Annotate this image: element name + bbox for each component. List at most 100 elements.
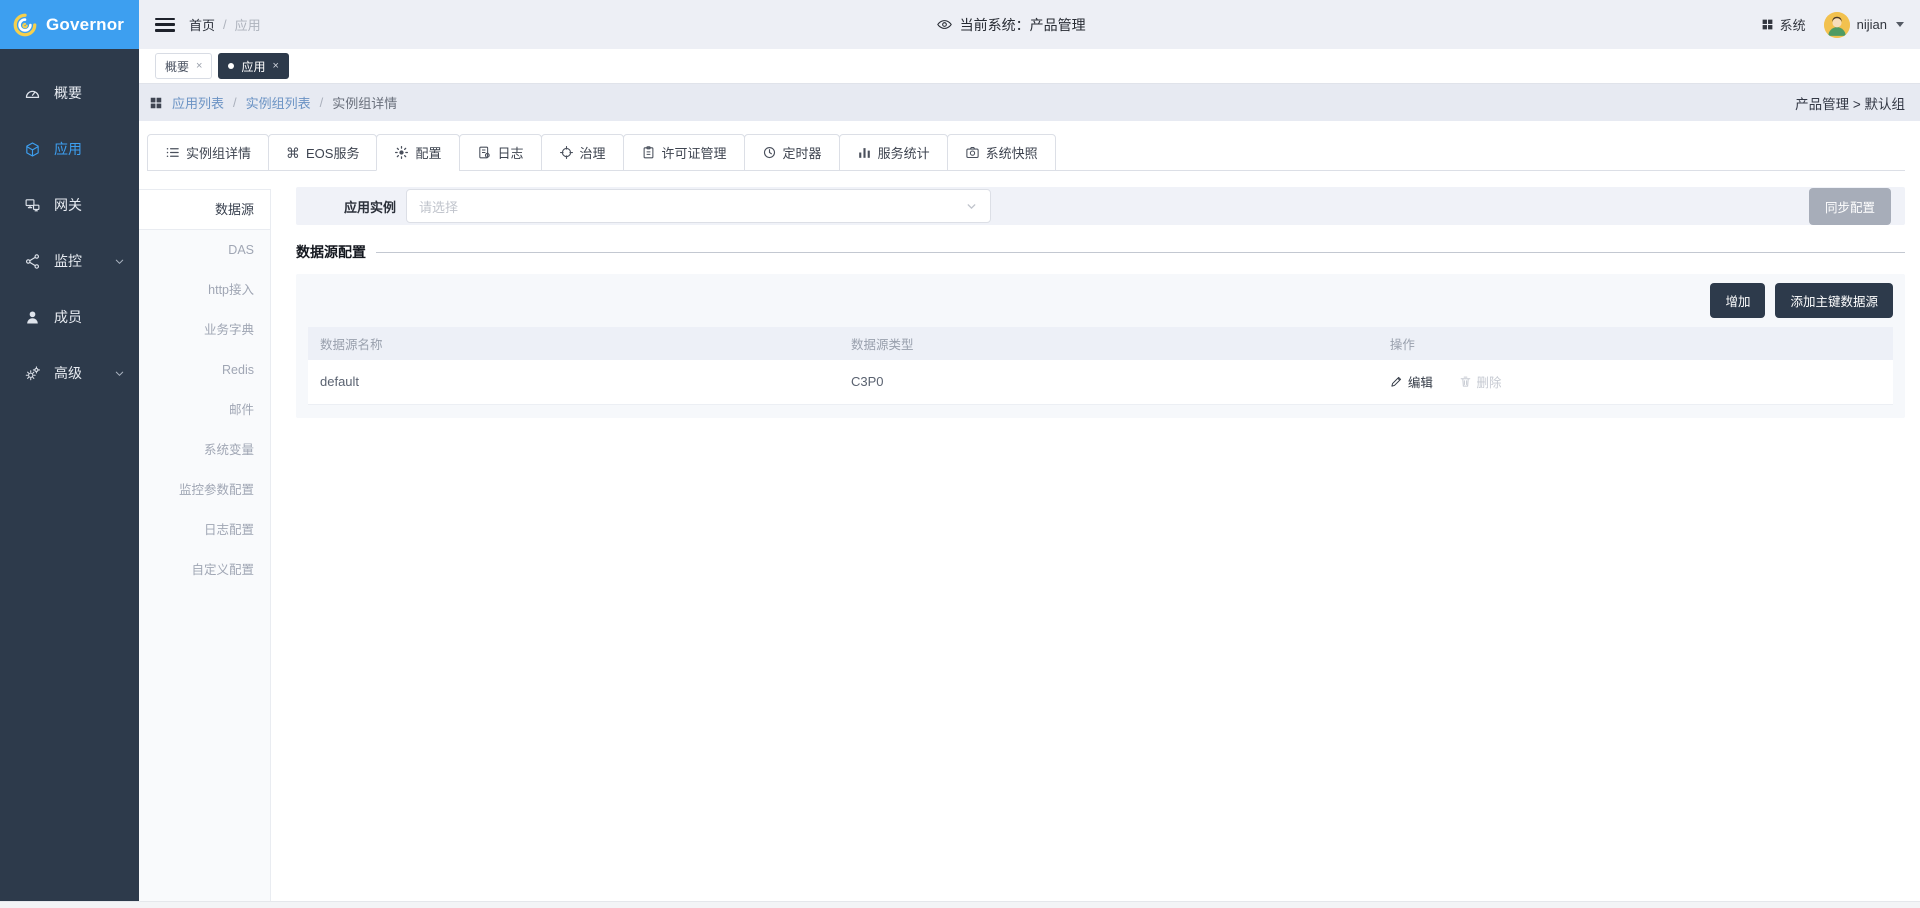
license-icon — [641, 145, 656, 160]
table-row: default C3P0 编辑 — [308, 360, 1893, 404]
main-sidebar: 概要 应用 网关 — [0, 49, 139, 908]
sidebar-item-gateway[interactable]: 网关 — [0, 177, 139, 233]
breadcrumb-instance-group-list[interactable]: 实例组列表 — [246, 93, 311, 112]
tab-instance-group-detail[interactable]: 实例组详情 — [147, 134, 269, 171]
tab-eos-service[interactable]: ⌘ EOS服务 — [268, 134, 377, 171]
datasource-panel: 增加 添加主键数据源 数据源名称 数据源类型 操作 — [296, 274, 1905, 418]
close-icon[interactable]: × — [272, 60, 278, 72]
app-logo-text: Governor — [46, 15, 124, 35]
active-dot-icon — [228, 63, 234, 69]
tab-license-management[interactable]: 许可证管理 — [623, 134, 745, 171]
share-nodes-icon — [24, 253, 41, 270]
chevron-down-icon — [114, 256, 125, 267]
user-menu[interactable]: nijian — [1824, 12, 1904, 38]
subnav-item-mail[interactable]: 邮件 — [139, 390, 270, 430]
user-icon — [24, 309, 41, 326]
datasource-section-header: 数据源配置 — [296, 242, 1905, 262]
current-system: 当前系统：产品管理 — [275, 15, 1747, 35]
open-tab-application[interactable]: 应用 × — [218, 53, 288, 79]
hamburger-menu-icon[interactable] — [155, 18, 175, 32]
governor-swirl-icon — [12, 12, 38, 38]
app-logo: Governor — [0, 0, 139, 49]
delete-button[interactable]: 删除 — [1459, 372, 1502, 391]
clock-icon — [762, 145, 777, 160]
add-button[interactable]: 增加 — [1710, 283, 1765, 318]
tab-timer[interactable]: 定时器 — [744, 134, 840, 171]
sidebar-item-monitor[interactable]: 监控 — [0, 233, 139, 289]
breadcrumb-current: 实例组详情 — [332, 93, 397, 112]
subnav-item-business-dict[interactable]: 业务字典 — [139, 310, 270, 350]
cell-datasource-name: default — [308, 360, 839, 404]
open-tabs-strip: 概要 × 应用 × — [139, 49, 1920, 84]
col-datasource-name: 数据源名称 — [308, 327, 839, 360]
pencil-icon — [1390, 375, 1403, 388]
detail-tab-menu: 实例组详情 ⌘ EOS服务 配置 — [147, 134, 1905, 171]
sidebar-item-overview[interactable]: 概要 — [0, 65, 139, 121]
close-icon[interactable]: × — [196, 60, 202, 72]
current-system-label: 当前系统：产品管理 — [960, 15, 1086, 35]
tab-system-snapshot[interactable]: 系统快照 — [947, 134, 1056, 171]
grid-icon — [1761, 18, 1774, 31]
trash-icon — [1459, 375, 1472, 388]
sidebar-item-advanced[interactable]: 高级 — [0, 345, 139, 401]
edit-button[interactable]: 编辑 — [1390, 372, 1433, 391]
log-file-icon — [477, 145, 492, 160]
subnav-item-datasource[interactable]: 数据源 — [139, 190, 270, 230]
col-datasource-type: 数据源类型 — [839, 327, 1378, 360]
app-instance-label: 应用实例 — [344, 197, 396, 216]
col-operations: 操作 — [1378, 327, 1893, 360]
tab-logs[interactable]: 日志 — [459, 134, 542, 171]
username: nijian — [1857, 17, 1887, 32]
system-menu-label: 系统 — [1780, 15, 1806, 34]
select-placeholder: 请选择 — [419, 197, 965, 216]
caret-down-icon — [1896, 22, 1904, 27]
section-divider — [376, 252, 1905, 253]
breadcrumb-home[interactable]: 首页 — [189, 15, 215, 34]
config-subnav: 数据源 DAS http接入 业务字典 Redis 邮件 系统变量 监控参数配置… — [139, 189, 271, 908]
subnav-item-das[interactable]: DAS — [139, 230, 270, 270]
aim-icon — [559, 145, 574, 160]
breadcrumb-section: 应用 — [235, 15, 261, 34]
topbar-breadcrumb: 首页 / 应用 — [189, 15, 261, 34]
sidebar-item-members[interactable]: 成员 — [0, 289, 139, 345]
main-content: 应用实例 请选择 同步配置 数据源配置 增加 — [271, 171, 1920, 908]
chevron-down-icon — [965, 200, 978, 213]
system-menu[interactable]: 系统 — [1761, 15, 1806, 34]
subnav-item-monitor-params[interactable]: 监控参数配置 — [139, 470, 270, 510]
bar-chart-icon — [857, 145, 872, 160]
breadcrumb-app-list[interactable]: 应用列表 — [172, 93, 224, 112]
subnav-item-http-access[interactable]: http接入 — [139, 270, 270, 310]
gears-icon — [24, 365, 41, 382]
tab-service-statistics[interactable]: 服务统计 — [839, 134, 948, 171]
chevron-down-icon — [114, 368, 125, 379]
gauge-icon — [24, 85, 41, 102]
open-tab-overview[interactable]: 概要 × — [155, 53, 212, 79]
subnav-item-system-vars[interactable]: 系统变量 — [139, 430, 270, 470]
subnav-item-redis[interactable]: Redis — [139, 350, 270, 390]
tab-governance[interactable]: 治理 — [541, 134, 624, 171]
section-title: 数据源配置 — [296, 242, 366, 262]
apps-grid-icon — [149, 96, 163, 110]
list-icon — [165, 145, 180, 160]
sidebar-item-application[interactable]: 应用 — [0, 121, 139, 177]
avatar — [1824, 12, 1850, 38]
subnav-item-custom-config[interactable]: 自定义配置 — [139, 550, 270, 590]
gateway-icon — [24, 197, 41, 214]
command-icon: ⌘ — [286, 146, 300, 160]
add-primary-datasource-button[interactable]: 添加主键数据源 — [1775, 283, 1893, 318]
cube-icon — [24, 141, 41, 158]
breadcrumb-separator: / — [223, 17, 227, 32]
context-label: 产品管理 > 默认组 — [1795, 93, 1905, 113]
tab-configuration[interactable]: 配置 — [376, 134, 459, 171]
page-breadcrumb: 应用列表 / 实例组列表 / 实例组详情 产品管理 > 默认组 — [139, 84, 1920, 121]
eye-icon — [936, 16, 953, 33]
cell-datasource-type: C3P0 — [839, 360, 1378, 404]
camera-icon — [965, 145, 980, 160]
sync-config-button[interactable]: 同步配置 — [1809, 188, 1891, 225]
gear-icon — [394, 145, 409, 160]
window-bottom-strip — [0, 901, 1920, 908]
top-bar: Governor 首页 / 应用 当前系统：产品管理 — [0, 0, 1920, 49]
app-instance-row: 应用实例 请选择 同步配置 — [296, 187, 1905, 225]
app-instance-select[interactable]: 请选择 — [406, 189, 991, 223]
subnav-item-log-config[interactable]: 日志配置 — [139, 510, 270, 550]
